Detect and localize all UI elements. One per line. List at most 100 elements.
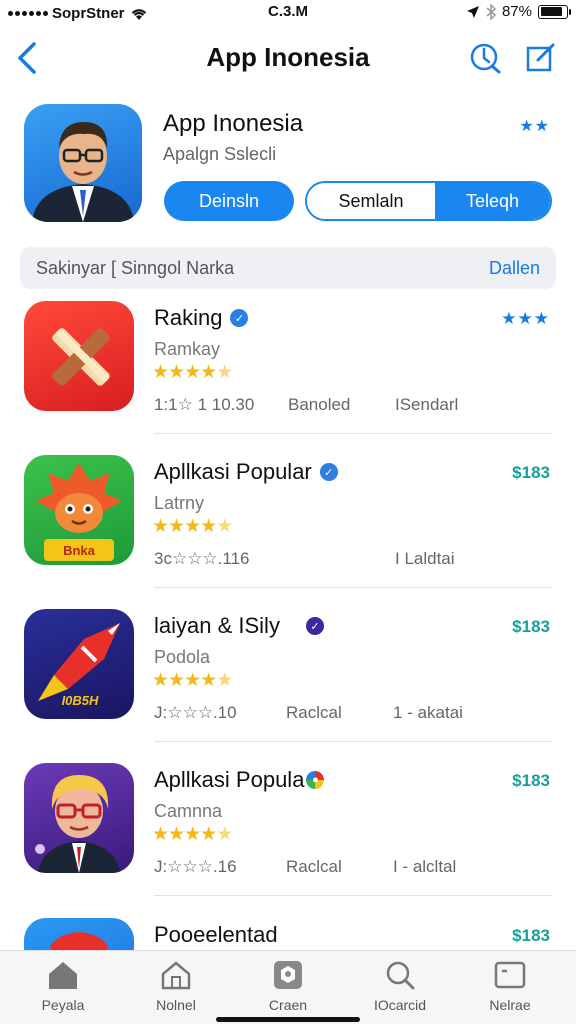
bluetooth-icon [486, 3, 496, 20]
app-icon-laiyan: I0B5H [24, 609, 134, 719]
app-name: Apllkasi Popular ✓ [154, 459, 338, 485]
businessman-avatar-icon [32, 122, 134, 222]
battery-icon [538, 4, 571, 19]
list-item[interactable]: Raking ✓ Ramkay ★★★★★ 1:1☆ 1 10.30 Banol… [0, 301, 576, 451]
app-icon-raking [24, 301, 134, 411]
primary-action-button[interactable]: Deinsln [164, 181, 294, 221]
star-icon: ★ [152, 516, 169, 537]
app-meta-3: I - alcltal [393, 857, 457, 876]
navigation-bar: App Inonesia [0, 30, 576, 86]
crossed-sticks-icon [52, 328, 110, 386]
compose-icon[interactable] [524, 40, 558, 74]
app-meta-2: Raclcal [286, 857, 342, 876]
apps-icon [274, 961, 302, 989]
star-icon: ★ [184, 670, 201, 691]
star-icon: ★ [216, 670, 233, 691]
updates-icon [494, 961, 526, 989]
status-bar: SoprStner C.3.M 87% [0, 0, 576, 24]
app-name-text: laiyan & ISily [154, 613, 280, 638]
house-outline-icon [161, 961, 191, 990]
app-name-text: Raking [154, 305, 223, 330]
home-icon [49, 962, 77, 989]
row-divider [154, 895, 552, 896]
tab-label: Peyala [41, 997, 85, 1013]
star-icon: ★ [152, 670, 169, 691]
app-subtitle: Camnna [154, 801, 223, 821]
segment-right[interactable]: Teleqh [435, 183, 550, 219]
location-icon [466, 5, 479, 18]
rating-stars: ★★★★★ [152, 669, 233, 692]
app-meta-3: I Laldtai [395, 549, 455, 568]
battery-percent: 87% [501, 3, 532, 20]
app-meta-3: 1 - akatai [393, 703, 463, 722]
verified-badge-icon: ✓ [305, 617, 324, 635]
tab-label: IOcarcid [373, 997, 427, 1013]
price-label[interactable]: ★★★ [501, 309, 550, 329]
rating-stars: ★★★★★ [152, 823, 233, 846]
star-icon: ★ [152, 362, 169, 383]
star-icon: ★ [216, 362, 233, 383]
price-label[interactable]: $183 [512, 617, 550, 637]
svg-text:Bnka: Bnka [63, 543, 96, 558]
tab-label: Nolnel [156, 997, 196, 1013]
app-name: Raking ✓ [154, 305, 249, 331]
glasses-character-icon [35, 775, 120, 873]
section-header: Sakinyar [ Sinngol Narka Dallen [20, 247, 556, 289]
tab-updates[interactable]: Nelrae [460, 959, 560, 1019]
app-subtitle: Latrny [154, 493, 205, 513]
tab-craen[interactable]: Craen [238, 959, 338, 1019]
home-indicator [216, 1017, 360, 1022]
tab-nolnel[interactable]: Nolnel [126, 959, 226, 1019]
star-icon: ★ [200, 670, 217, 691]
list-item[interactable]: Bnka Apllkasi Popular ✓ Latrny ★★★★★ 3c☆… [0, 455, 576, 605]
app-name-text: Apllkasi Popular [154, 459, 312, 484]
tab-label: Nelrae [489, 997, 531, 1013]
app-icon-aplikasi-popular: Bnka [24, 455, 134, 565]
star-icon: ★ [184, 362, 201, 383]
star-icon: ★ [216, 824, 233, 845]
segmented-control: Semlaln Teleqh [305, 181, 552, 221]
app-name: laiyan & ISily ✓ [154, 613, 324, 639]
price-label[interactable]: $183 [512, 926, 550, 946]
status-right: 87% [466, 3, 571, 20]
search-icon [386, 961, 415, 990]
list-item[interactable]: I0B5H laiyan & ISily ✓ Podola ★★★★★ J:☆☆… [0, 609, 576, 759]
app-meta-3: ISendarl [395, 395, 459, 414]
verified-badge-icon: ✓ [319, 463, 338, 481]
section-action-link[interactable]: Dallen [489, 258, 540, 279]
star-icon: ★ [168, 824, 185, 845]
app-meta-1: J:☆☆☆.16 [154, 857, 237, 876]
fox-mascot-icon: Bnka [36, 463, 122, 561]
svg-text:I0B5H: I0B5H [62, 693, 99, 708]
star-icon: ★ [168, 516, 185, 537]
app-meta-2: Banoled [288, 395, 351, 414]
segment-left[interactable]: Semlaln [307, 183, 435, 219]
verified-badge-icon: ✓ [230, 309, 249, 327]
app-meta-2: Raclcal [286, 703, 342, 722]
star-icon: ★ [168, 362, 185, 383]
star-icon: ★ [184, 824, 201, 845]
price-label[interactable]: $183 [512, 463, 550, 483]
app-name: Pooeelentad [154, 922, 278, 948]
star-icon: ★ [200, 362, 217, 383]
app-icon-aplikasi-popula [24, 763, 134, 873]
rating-stars: ★★★★★ [152, 515, 233, 538]
featured-app-icon[interactable] [24, 104, 142, 222]
rocket-icon: I0B5H [38, 623, 120, 708]
app-name: Apllkasi Popula ● [154, 767, 325, 793]
tab-label: Craen [268, 997, 308, 1013]
app-subtitle: Ramkay [154, 339, 221, 359]
star-icon: ★ [216, 516, 233, 537]
tab-search[interactable]: IOcarcid [350, 959, 450, 1019]
star-icon: ★ [152, 824, 169, 845]
history-icon[interactable] [468, 40, 502, 74]
price-label[interactable]: $183 [512, 771, 550, 791]
row-divider [154, 433, 552, 434]
star-icon: ★ [184, 516, 201, 537]
featured-app-stars: ★★ [519, 118, 550, 135]
app-meta-1: J:☆☆☆.10 [154, 703, 237, 722]
list-item[interactable]: Apllkasi Popula ● Camnna ★★★★★ J:☆☆☆.16 … [0, 763, 576, 913]
section-label: Sakinyar [ Sinngol Narka [36, 258, 235, 278]
tab-home[interactable]: Peyala [13, 959, 113, 1019]
row-divider [154, 587, 552, 588]
